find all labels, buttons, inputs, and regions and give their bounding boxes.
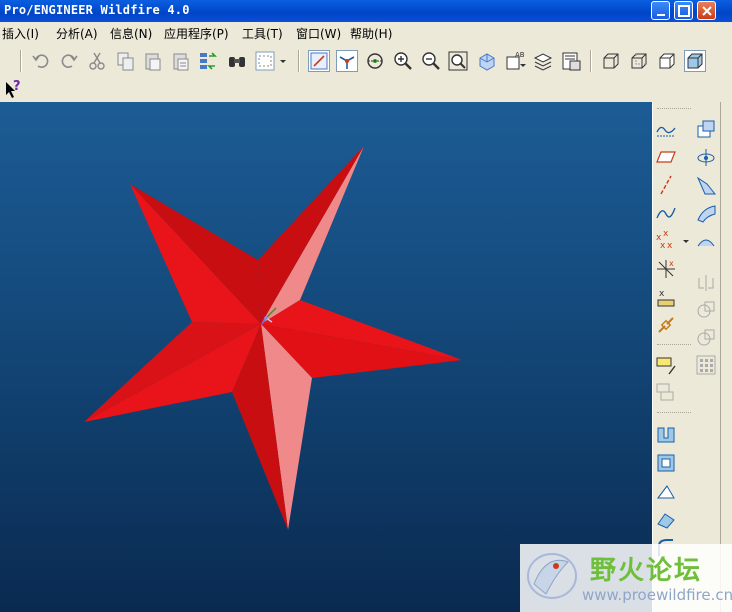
- chevron-down-icon[interactable]: [681, 230, 691, 252]
- shading-icon[interactable]: [684, 50, 706, 72]
- star-face-upper-dark: [258, 146, 364, 324]
- menu-help[interactable]: 帮助(H): [350, 25, 392, 42]
- watermark: 野火论坛 www.proewildfire.cn: [520, 544, 732, 612]
- blend-icon[interactable]: [695, 202, 717, 224]
- toolbar-separator: [590, 50, 592, 72]
- toolbar-separator: [657, 108, 691, 109]
- shell-icon[interactable]: [655, 452, 677, 474]
- paste-special-icon[interactable]: [170, 50, 192, 72]
- sketch-icon[interactable]: [655, 354, 677, 376]
- hidden-line-icon[interactable]: [628, 50, 650, 72]
- watermark-url: www.proewildfire.cn: [582, 586, 732, 604]
- rib-icon[interactable]: [655, 508, 677, 530]
- toolbar-separator: [657, 412, 691, 413]
- svg-text:x: x: [660, 241, 666, 251]
- merge-icon[interactable]: [695, 298, 717, 320]
- title-bar: Pro/ENGINEER Wildfire 4.0: [0, 0, 732, 22]
- sweep-icon[interactable]: [695, 174, 717, 196]
- toolbar-separator: [657, 344, 691, 345]
- datum-plane-icon[interactable]: [655, 146, 677, 168]
- extrude-icon[interactable]: [655, 424, 677, 446]
- toolbar-separator: [20, 50, 22, 72]
- hole-icon[interactable]: [695, 118, 717, 140]
- mirror-icon[interactable]: [695, 272, 717, 294]
- find-icon[interactable]: [226, 50, 248, 72]
- sketch-view-icon[interactable]: [655, 382, 677, 404]
- menu-tools[interactable]: 工具(T): [242, 25, 283, 42]
- secondary-toolbar: ?: [0, 78, 732, 102]
- select-box-icon[interactable]: [254, 50, 276, 72]
- refit-icon[interactable]: [447, 50, 469, 72]
- minimize-button[interactable]: [651, 1, 670, 20]
- help-question-mark: ?: [13, 79, 21, 94]
- reorient-icon[interactable]: [476, 50, 498, 72]
- menu-bar: 插入(I) 分析(A) 信息(N) 应用程序(P) 工具(T) 窗口(W) 帮助…: [0, 22, 732, 42]
- graphics-viewport[interactable]: [0, 102, 652, 612]
- window-title: Pro/ENGINEER Wildfire 4.0: [4, 3, 190, 17]
- regenerate-icon[interactable]: [197, 50, 219, 72]
- svg-text:AB: AB: [515, 51, 525, 59]
- chevron-down-icon[interactable]: [278, 50, 288, 72]
- svg-text:x: x: [659, 289, 665, 299]
- revolve-icon[interactable]: [695, 146, 717, 168]
- chain-icon[interactable]: [655, 314, 677, 336]
- star-model[interactable]: [0, 102, 652, 612]
- wireframe-icon[interactable]: [600, 50, 622, 72]
- main-toolbar: AB: [0, 44, 732, 78]
- svg-text:x: x: [669, 259, 674, 268]
- view-manager-icon[interactable]: [560, 50, 582, 72]
- saved-views-icon[interactable]: AB: [504, 50, 526, 72]
- datum-display-icon[interactable]: [655, 118, 677, 140]
- redo-icon[interactable]: [58, 50, 80, 72]
- pattern-icon[interactable]: [695, 354, 717, 376]
- undo-icon[interactable]: [30, 50, 52, 72]
- layers-icon[interactable]: [532, 50, 554, 72]
- close-button[interactable]: [697, 1, 716, 20]
- repaint-icon[interactable]: [308, 50, 330, 72]
- right-edge-panel: [720, 102, 732, 612]
- coordinate-system-icon[interactable]: x: [655, 258, 677, 280]
- menu-window[interactable]: 窗口(W): [296, 25, 341, 42]
- svg-text:x: x: [663, 230, 669, 239]
- zoom-out-icon[interactable]: [420, 50, 442, 72]
- trim-icon[interactable]: [695, 326, 717, 348]
- analysis-feature-icon[interactable]: x: [655, 286, 677, 308]
- watermark-brand: 野火论坛: [590, 556, 703, 586]
- datum-curve-icon[interactable]: [655, 202, 677, 224]
- paste-icon[interactable]: [142, 50, 164, 72]
- datum-axis-icon[interactable]: [655, 174, 677, 196]
- no-hidden-icon[interactable]: [656, 50, 678, 72]
- orient-mode-icon[interactable]: [364, 50, 386, 72]
- copy-icon[interactable]: [114, 50, 136, 72]
- datum-point-icon[interactable]: xxxx: [655, 229, 677, 252]
- watermark-logo-icon: [527, 553, 577, 599]
- menu-insert[interactable]: 插入(I): [2, 25, 39, 42]
- toolbar-separator: [298, 50, 300, 72]
- zoom-in-icon[interactable]: [392, 50, 414, 72]
- context-help-button[interactable]: ?: [4, 79, 24, 100]
- feature-toolbar: xxxx x x: [652, 102, 720, 612]
- boundary-blend-icon[interactable]: [695, 230, 717, 252]
- cut-icon[interactable]: [86, 50, 108, 72]
- svg-text:x: x: [667, 241, 673, 251]
- draft-icon[interactable]: [655, 480, 677, 502]
- maximize-button[interactable]: [674, 1, 693, 20]
- menu-applications[interactable]: 应用程序(P): [164, 25, 229, 42]
- spin-center-icon[interactable]: [336, 50, 358, 72]
- menu-analysis[interactable]: 分析(A): [56, 25, 98, 42]
- menu-info[interactable]: 信息(N): [110, 25, 152, 42]
